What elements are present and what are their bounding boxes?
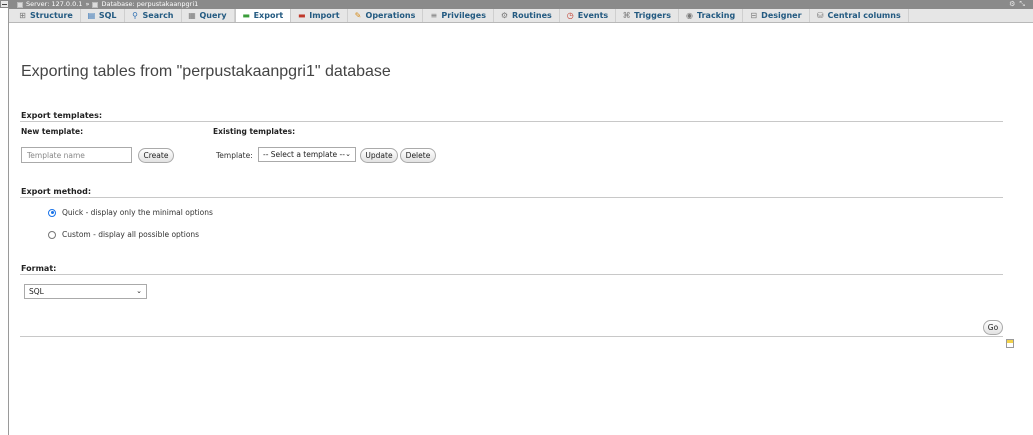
- tab-tracking[interactable]: ◉ Tracking: [679, 9, 744, 22]
- import-icon: ▬: [297, 10, 306, 20]
- custom-radio-label: Custom - display all possible options: [62, 230, 200, 239]
- breadcrumb: Server: 127.0.0.1 » Database: perpustaka…: [9, 0, 1033, 9]
- tab-label: Tracking: [697, 11, 736, 20]
- breadcrumb-server[interactable]: Server: 127.0.0.1: [26, 0, 82, 9]
- breadcrumb-database[interactable]: Database: perpustakaanpgri1: [101, 0, 198, 9]
- tab-label: Privileges: [441, 11, 486, 20]
- collapse-top-icon[interactable]: ⤡: [1019, 0, 1029, 8]
- delete-template-button[interactable]: Delete: [400, 148, 436, 163]
- template-select-value: -- Select a template --: [263, 150, 345, 159]
- events-icon: ◷: [566, 10, 574, 20]
- tab-label: SQL: [98, 11, 117, 20]
- tab-label: Central columns: [827, 11, 901, 20]
- structure-icon: ⊞: [19, 10, 26, 20]
- page-title: Exporting tables from "perpustakaanpgri1…: [21, 63, 391, 80]
- tab-label: Routines: [511, 11, 552, 20]
- tab-label: Designer: [761, 11, 802, 20]
- new-template-label: New template:: [21, 127, 84, 136]
- create-template-button[interactable]: Create: [138, 148, 174, 163]
- tab-label: Triggers: [634, 11, 672, 20]
- format-select[interactable]: SQL ⌄: [24, 284, 147, 299]
- sql-icon: ▤: [87, 10, 96, 20]
- export-icon: ▬: [242, 10, 250, 20]
- designer-icon: ⊟: [750, 10, 758, 20]
- tab-label: Query: [199, 11, 227, 20]
- tab-routines[interactable]: ⚙ Routines: [494, 9, 560, 22]
- tab-structure[interactable]: ⊞ Structure: [12, 9, 81, 22]
- format-heading: Format:: [21, 264, 57, 273]
- navigation-panel-edge: [0, 0, 9, 435]
- server-icon: [17, 1, 23, 8]
- go-button[interactable]: Go: [983, 320, 1003, 335]
- template-name-input[interactable]: Template name: [21, 147, 132, 163]
- tab-export[interactable]: ▬ Export: [234, 9, 292, 22]
- tab-central-columns[interactable]: ⛁ Central columns: [810, 9, 909, 22]
- settings-gear-icon[interactable]: ⚙: [1009, 0, 1019, 8]
- central-columns-icon: ⛁: [816, 10, 824, 20]
- chevron-down-icon: ⌄: [345, 150, 351, 158]
- custom-radio[interactable]: [48, 230, 56, 239]
- tab-designer[interactable]: ⊟ Designer: [743, 9, 810, 22]
- chevron-down-icon: ⌄: [136, 287, 142, 295]
- tab-operations[interactable]: ✎ Operations: [348, 9, 424, 22]
- collapse-navigation-button[interactable]: [0, 0, 9, 8]
- privileges-icon: ≡: [430, 10, 438, 20]
- tab-label: Operations: [365, 11, 416, 20]
- tab-label: Structure: [30, 11, 73, 20]
- triggers-icon: ⌘: [622, 10, 631, 20]
- query-icon: ▦: [188, 10, 196, 20]
- console-note-icon[interactable]: [1006, 339, 1014, 348]
- tab-sql[interactable]: ▤ SQL: [81, 9, 125, 22]
- export-method-quick[interactable]: Quick - display only the minimal options: [48, 208, 213, 217]
- update-template-button[interactable]: Update: [360, 148, 398, 163]
- quick-radio-label: Quick - display only the minimal options: [62, 208, 213, 217]
- section-divider: [20, 274, 1003, 275]
- tab-privileges[interactable]: ≡ Privileges: [423, 9, 494, 22]
- section-divider: [20, 336, 1003, 337]
- tab-events[interactable]: ◷ Events: [560, 9, 617, 22]
- search-icon: ⚲: [132, 10, 138, 20]
- tab-label: Search: [142, 11, 174, 20]
- section-divider: [20, 197, 1003, 198]
- operations-icon: ✎: [354, 10, 362, 20]
- tab-label: Export: [253, 11, 284, 20]
- export-method-heading: Export method:: [21, 187, 92, 196]
- template-label: Template:: [216, 151, 253, 160]
- database-icon: [92, 1, 99, 8]
- tab-triggers[interactable]: ⌘ Triggers: [616, 9, 680, 22]
- template-select[interactable]: -- Select a template -- ⌄: [258, 147, 356, 162]
- database-tabs: ⊞ Structure ▤ SQL ⚲ Search ▦ Query ▬ Export ▬…: [9, 9, 1033, 23]
- tab-import[interactable]: ▬ Import: [291, 9, 348, 22]
- routines-icon: ⚙: [500, 10, 509, 20]
- export-method-custom[interactable]: Custom - display all possible options: [48, 230, 199, 239]
- format-select-value: SQL: [29, 287, 44, 296]
- existing-templates-label: Existing templates:: [213, 127, 296, 136]
- section-divider: [20, 121, 1003, 122]
- tab-query[interactable]: ▦ Query: [182, 9, 235, 22]
- quick-radio[interactable]: [48, 208, 56, 217]
- export-templates-heading: Export templates:: [21, 111, 103, 120]
- tab-label: Import: [309, 11, 340, 20]
- tab-label: Events: [577, 11, 609, 20]
- tracking-icon: ◉: [686, 10, 693, 20]
- breadcrumb-separator: »: [85, 0, 90, 8]
- tab-search[interactable]: ⚲ Search: [125, 9, 182, 22]
